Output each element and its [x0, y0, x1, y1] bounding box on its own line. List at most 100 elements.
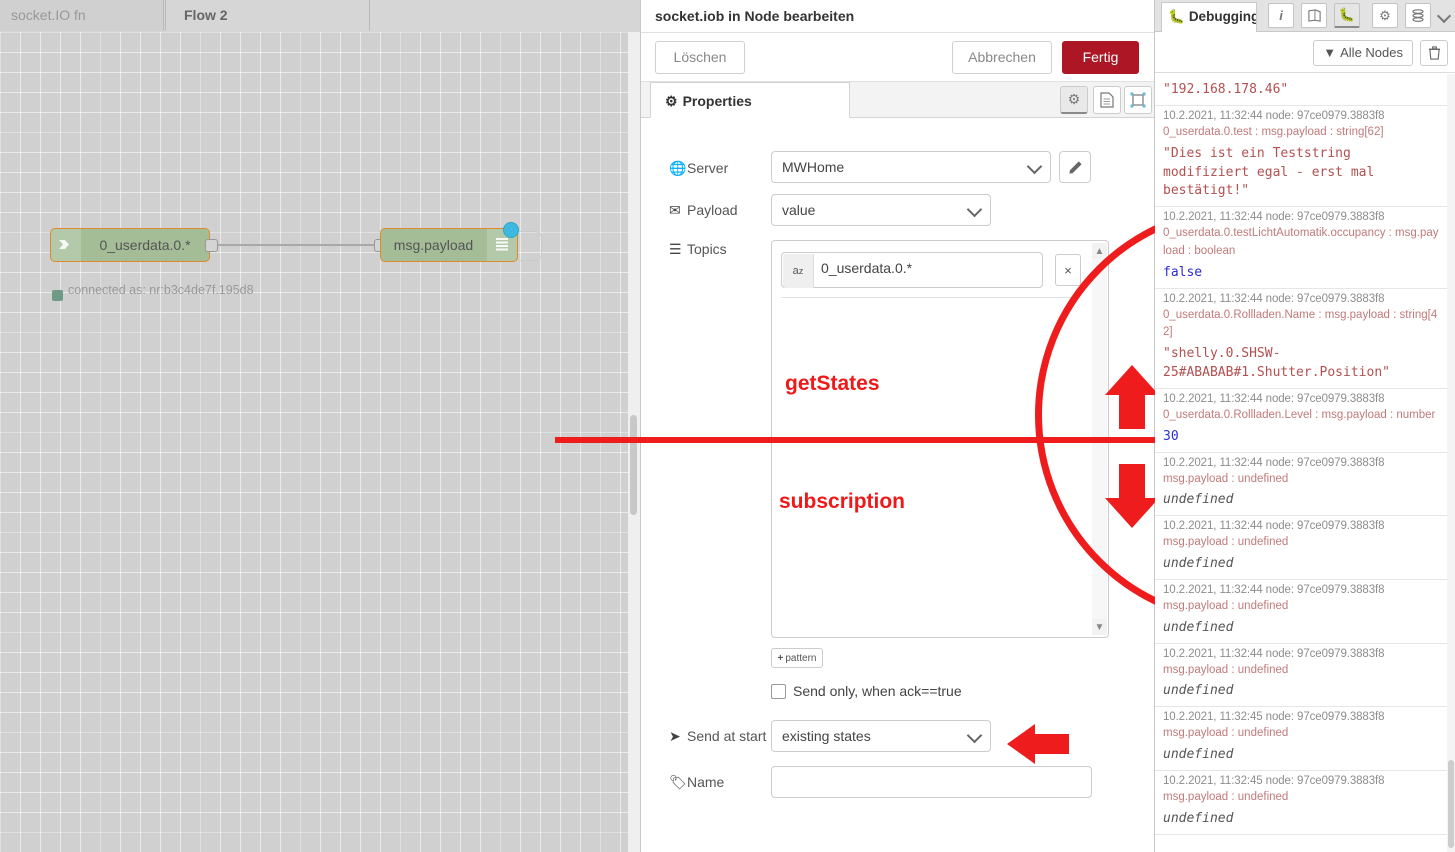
- debug-message-entry[interactable]: 10.2.2021, 11:32:44 node: 97ce0979.3883f…: [1155, 580, 1447, 644]
- debug-message-entry[interactable]: 10.2.2021, 11:32:44 node: 97ce0979.3883f…: [1155, 289, 1447, 389]
- node-iobroker-in[interactable]: 0_userdata.0.*: [50, 228, 210, 262]
- debug-message-entry[interactable]: 10.2.2021, 11:32:45 node: 97ce0979.3883f…: [1155, 707, 1447, 771]
- debug-entry-topic: msg.payload : undefined: [1163, 790, 1289, 803]
- topics-separator: [781, 297, 1079, 298]
- arrow-up-annotation: [1105, 365, 1159, 429]
- info-icon[interactable]: i: [1268, 3, 1294, 28]
- server-select[interactable]: MWHome: [771, 151, 1051, 183]
- flow-tab-flow-2[interactable]: Flow 2: [165, 0, 370, 31]
- done-button[interactable]: Fertig: [1062, 41, 1139, 74]
- name-input[interactable]: [771, 766, 1092, 798]
- send-at-start-value: existing states: [782, 728, 871, 744]
- debug-entry-value: undefined: [1163, 810, 1234, 826]
- add-pattern-button[interactable]: + pattern: [771, 648, 823, 668]
- canvas-scrollbar-thumb[interactable]: [630, 415, 637, 515]
- bug-icon[interactable]: 🐛: [1334, 3, 1360, 28]
- node-status-text: connected as: nr:b3c4de7f.195d8: [68, 283, 254, 297]
- debug-entry-value: undefined: [1163, 492, 1234, 508]
- flow-tabbar: socket.IO fn Flow 2: [0, 0, 640, 32]
- debug-entry-meta: 10.2.2021, 11:32:44 node: 97ce0979.3883f…: [1163, 583, 1385, 596]
- debug-entry-topic: msg.payload : undefined: [1163, 599, 1289, 612]
- node-status-badge[interactable]: [503, 222, 519, 238]
- debug-entry-topic: msg.payload : undefined: [1163, 663, 1289, 676]
- debug-scrollbar-thumb[interactable]: [1448, 760, 1454, 848]
- node-debug[interactable]: msg.payload: [380, 228, 518, 262]
- debug-entry-meta: 10.2.2021, 11:32:45 node: 97ce0979.3883f…: [1163, 711, 1385, 724]
- edit-server-button[interactable]: [1059, 151, 1091, 183]
- name-label: 🏷Name: [669, 774, 725, 790]
- gear-icon: ⚙: [665, 93, 678, 109]
- sidebar-tab-debugging[interactable]: 🐛 Debugging: [1161, 2, 1257, 32]
- dialog-title: socket.iob in Node bearbeiten: [641, 0, 1154, 32]
- debug-entry-value: "shelly.0.SHSW-25#ABABAB#1.Shutter.Posit…: [1163, 346, 1390, 381]
- flow-grid[interactable]: [0, 32, 640, 852]
- node-label: msg.payload: [393, 237, 474, 253]
- debug-message-entry[interactable]: 10.2.2021, 11:32:44 node: 97ce0979.3883f…: [1155, 644, 1447, 708]
- scroll-down-icon[interactable]: ▼: [1092, 619, 1107, 635]
- gear-icon[interactable]: ⚙: [1060, 86, 1088, 114]
- payload-value: value: [782, 202, 816, 218]
- plus-icon: +: [777, 652, 784, 664]
- topic-list-item[interactable]: az 0_userdata.0.* ×: [781, 252, 1081, 288]
- add-pattern-label: pattern: [785, 652, 817, 664]
- debug-entry-meta: 10.2.2021, 11:32:44 node: 97ce0979.3883f…: [1163, 392, 1385, 405]
- document-icon[interactable]: [1093, 86, 1121, 114]
- debug-entry-value: undefined: [1163, 619, 1234, 635]
- send-icon: ➤: [669, 728, 681, 744]
- topic-value: 0_userdata.0.*: [821, 260, 913, 276]
- debug-entry-topic: msg.payload : undefined: [1163, 727, 1289, 740]
- debug-entry-meta: 10.2.2021, 11:32:44 node: 97ce0979.3883f…: [1163, 456, 1385, 469]
- filter-icon: ▼: [1323, 45, 1337, 60]
- debug-scrollbar-track[interactable]: [1447, 74, 1455, 852]
- debug-entry-value: undefined: [1163, 747, 1234, 763]
- annotation-subscription: subscription: [779, 490, 906, 513]
- appearance-icon[interactable]: [1124, 86, 1152, 114]
- payload-label: ✉ Payload: [669, 202, 738, 218]
- bug-icon: 🐛: [1168, 9, 1185, 24]
- node-output-port[interactable]: [205, 239, 218, 252]
- debug-entry-value: "Dies ist ein Teststring modifiziert ega…: [1163, 145, 1375, 199]
- debug-message-entry[interactable]: 10.2.2021, 11:32:44 node: 97ce0979.3883f…: [1155, 207, 1447, 289]
- debug-entry-value: undefined: [1163, 556, 1234, 572]
- send-at-start-label: ➤ Send at start: [669, 728, 767, 744]
- dialog-tabstrip: ⚙ Properties ⚙: [641, 82, 1154, 118]
- filter-all-nodes-button[interactable]: ▼ Alle Nodes: [1313, 40, 1413, 66]
- debug-message-entry[interactable]: 10.2.2021, 11:32:44 node: 97ce0979.3883f…: [1155, 389, 1447, 453]
- delete-button[interactable]: Löschen: [655, 41, 745, 74]
- trash-icon: [1428, 46, 1440, 60]
- chevron-down-icon: [966, 201, 983, 218]
- chevron-down-icon: [966, 727, 983, 744]
- ack-checkbox[interactable]: [771, 684, 786, 699]
- payload-select[interactable]: value: [771, 194, 991, 226]
- debug-message-entry[interactable]: 10.2.2021, 11:32:44 node: 97ce0979.3883f…: [1155, 516, 1447, 580]
- ack-checkbox-label: Send only, when ack==true: [793, 683, 962, 699]
- debug-message-entry[interactable]: 10.2.2021, 11:32:44 node: 97ce0979.3883f…: [1155, 106, 1447, 208]
- debug-entry-value: undefined: [1163, 683, 1234, 699]
- scroll-up-icon[interactable]: ▲: [1092, 243, 1107, 259]
- debug-entry-meta: 10.2.2021, 11:32:44 node: 97ce0979.3883f…: [1163, 292, 1385, 305]
- debug-message-entry[interactable]: 10.2.2021, 11:32:45 node: 97ce0979.3883f…: [1155, 771, 1447, 835]
- arrow-left-annotation: [1007, 724, 1069, 764]
- flow-tab-socket-io-fn[interactable]: socket.IO fn: [0, 0, 164, 31]
- database-icon[interactable]: [1405, 3, 1431, 28]
- node-status-dot-icon: [52, 290, 63, 301]
- flow-tab-label: Flow 2: [184, 7, 228, 23]
- debug-message-entry[interactable]: "192.168.178.46": [1155, 74, 1447, 106]
- flow-tab-label: socket.IO fn: [11, 7, 86, 23]
- clear-log-button[interactable]: [1420, 40, 1448, 66]
- book-icon[interactable]: [1301, 3, 1327, 28]
- debug-entry-topic: 0_userdata.0.Rollladen.Name : msg.payloa…: [1163, 308, 1438, 339]
- debug-message-list[interactable]: "192.168.178.46" 10.2.2021, 11:32:44 node…: [1155, 74, 1447, 852]
- gear-icon[interactable]: ⚙: [1372, 3, 1398, 28]
- debug-message-entry[interactable]: 10.2.2021, 11:32:44 node: 97ce0979.3883f…: [1155, 453, 1447, 517]
- topics-label: ☰ Topics: [669, 241, 727, 257]
- chevron-down-icon[interactable]: [1436, 8, 1452, 24]
- az-icon[interactable]: az: [783, 254, 814, 288]
- remove-topic-button[interactable]: ×: [1055, 254, 1081, 286]
- send-at-start-select[interactable]: existing states: [771, 720, 991, 752]
- tab-properties-label: Properties: [682, 93, 752, 109]
- debug-entry-meta: 10.2.2021, 11:32:45 node: 97ce0979.3883f…: [1163, 774, 1385, 787]
- cancel-button[interactable]: Abbrechen: [952, 41, 1052, 74]
- tab-properties[interactable]: ⚙ Properties: [650, 82, 850, 118]
- debug-entry-meta: 10.2.2021, 11:32:44 node: 97ce0979.3883f…: [1163, 109, 1385, 122]
